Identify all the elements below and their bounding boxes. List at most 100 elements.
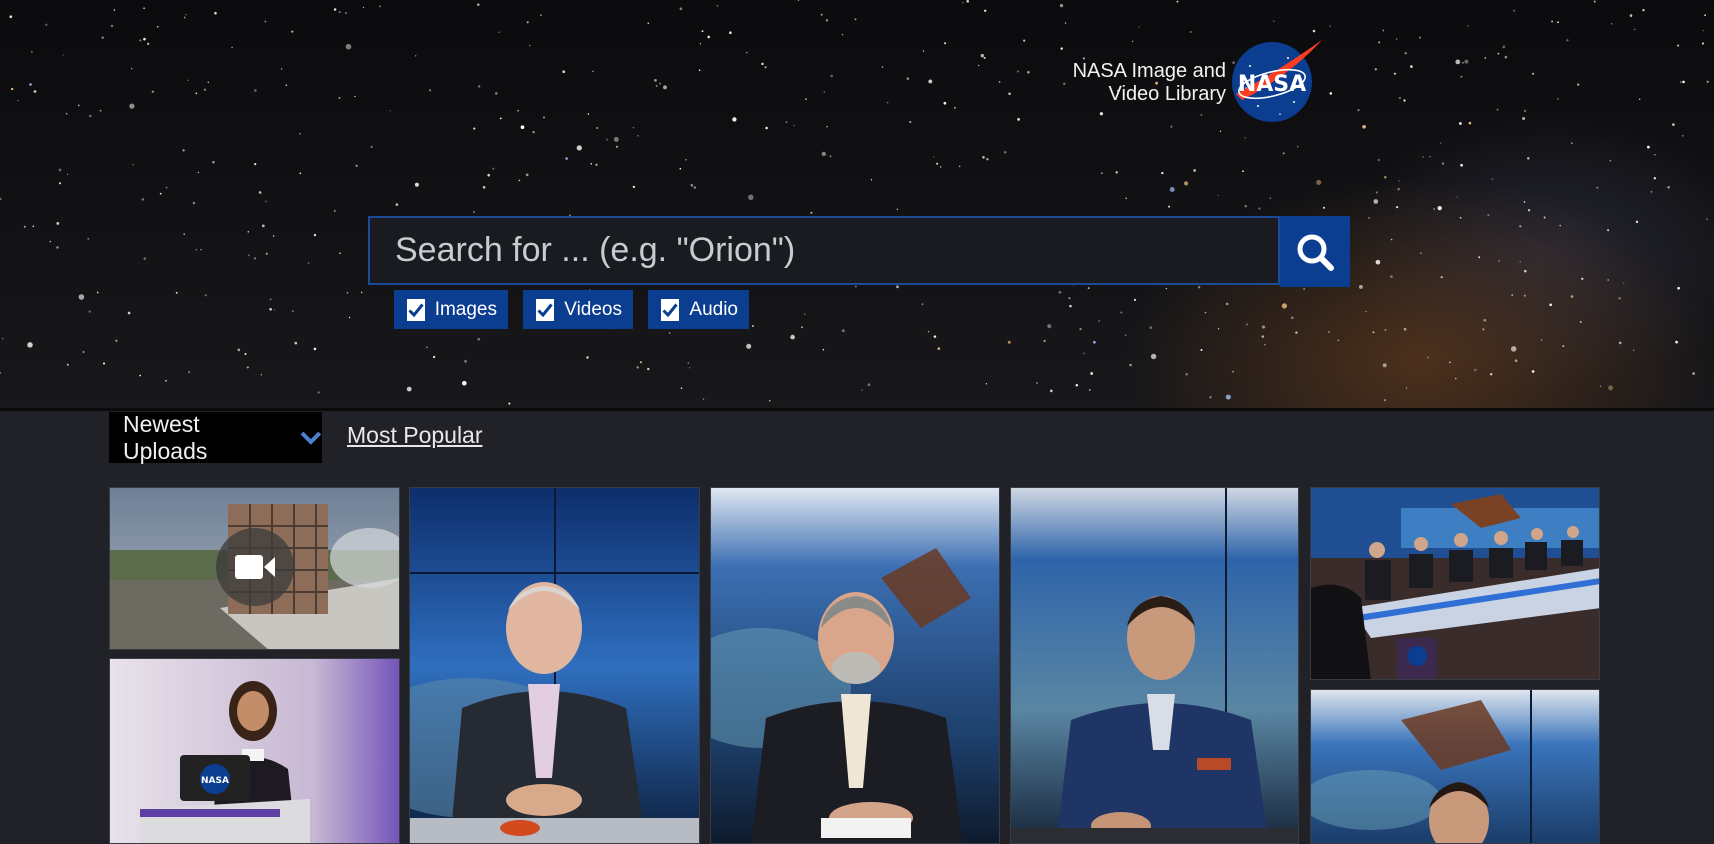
thumbnail-panelist-portrait [711, 488, 999, 843]
star [1079, 328, 1082, 331]
star [1464, 59, 1469, 64]
star [867, 383, 871, 387]
star [139, 39, 142, 42]
star [9, 15, 13, 19]
star [761, 62, 764, 66]
thumbnail-panelist-portrait [1311, 690, 1599, 843]
star [414, 55, 417, 57]
checkbox-videos[interactable] [536, 298, 555, 321]
star [1557, 21, 1559, 24]
search-button[interactable] [1280, 216, 1350, 287]
site-brand[interactable]: NASA Image and Video Library NASA [1060, 36, 1350, 126]
star [1675, 340, 1678, 344]
star [1393, 72, 1396, 75]
checkmark-icon [537, 303, 553, 317]
star [317, 391, 320, 394]
search-input[interactable] [368, 216, 1280, 285]
star [639, 361, 642, 364]
star [1023, 39, 1026, 42]
star [345, 43, 352, 50]
star [829, 155, 832, 158]
star [195, 92, 198, 95]
star [998, 81, 1001, 83]
star [1261, 325, 1266, 329]
star [954, 106, 956, 109]
star [237, 348, 241, 352]
star [647, 367, 650, 371]
star [1007, 340, 1011, 344]
star [1138, 26, 1140, 28]
star [78, 294, 85, 300]
star [1168, 205, 1171, 208]
star [841, 33, 844, 36]
star [1513, 9, 1516, 12]
star [462, 380, 467, 386]
gallery-item-image[interactable] [409, 487, 700, 844]
search-icon [1297, 234, 1334, 271]
star [1244, 205, 1247, 208]
star [498, 31, 500, 33]
star [261, 224, 265, 228]
star [1390, 238, 1393, 241]
star [793, 124, 795, 127]
star [1169, 186, 1175, 193]
star [1502, 45, 1506, 49]
star [1497, 52, 1500, 55]
star [99, 109, 102, 112]
filter-audio[interactable]: Audio [648, 290, 749, 329]
star [1225, 302, 1229, 306]
star [632, 185, 636, 189]
star [909, 120, 912, 124]
star [595, 163, 598, 166]
star [1487, 214, 1490, 217]
star [264, 200, 267, 203]
star [214, 11, 217, 15]
star [102, 362, 106, 365]
star [962, 2, 964, 4]
tab-most-popular[interactable]: Most Popular [347, 422, 483, 449]
star [823, 91, 825, 93]
star [260, 374, 262, 376]
star [1295, 331, 1298, 334]
filter-videos[interactable]: Videos [523, 290, 633, 329]
star [477, 337, 481, 341]
star [940, 166, 942, 168]
star [986, 157, 989, 161]
star [1524, 269, 1527, 273]
checkbox-audio[interactable] [661, 298, 680, 321]
play-video-button[interactable] [216, 528, 294, 606]
star [1629, 14, 1633, 17]
star [96, 291, 99, 294]
star [414, 182, 419, 187]
tab-newest-uploads[interactable]: Newest Uploads [109, 411, 322, 464]
gallery-item-image[interactable] [1310, 487, 1600, 680]
star [1449, 361, 1451, 364]
star [338, 11, 341, 14]
star [1460, 75, 1463, 78]
star [1372, 331, 1375, 334]
star [1519, 225, 1522, 228]
gallery-item-image[interactable] [710, 487, 1000, 844]
gallery-item-image[interactable] [1310, 689, 1600, 844]
star [1083, 352, 1085, 354]
star [58, 182, 62, 185]
star [821, 151, 826, 157]
star [1291, 316, 1294, 320]
star [748, 194, 754, 201]
gallery-item-video[interactable] [109, 487, 400, 650]
star [1523, 109, 1527, 113]
star [355, 164, 358, 167]
filter-images[interactable]: Images [394, 290, 508, 329]
gallery-item-image[interactable]: NASA [109, 658, 400, 844]
star [212, 161, 215, 164]
checkbox-images[interactable] [407, 298, 425, 321]
star [23, 225, 26, 228]
star [197, 171, 200, 174]
star [1704, 14, 1706, 17]
star [746, 51, 748, 54]
star [1420, 252, 1422, 254]
star [826, 125, 828, 128]
gallery-item-image[interactable] [1010, 487, 1299, 844]
star [1596, 186, 1599, 189]
star [803, 313, 806, 315]
